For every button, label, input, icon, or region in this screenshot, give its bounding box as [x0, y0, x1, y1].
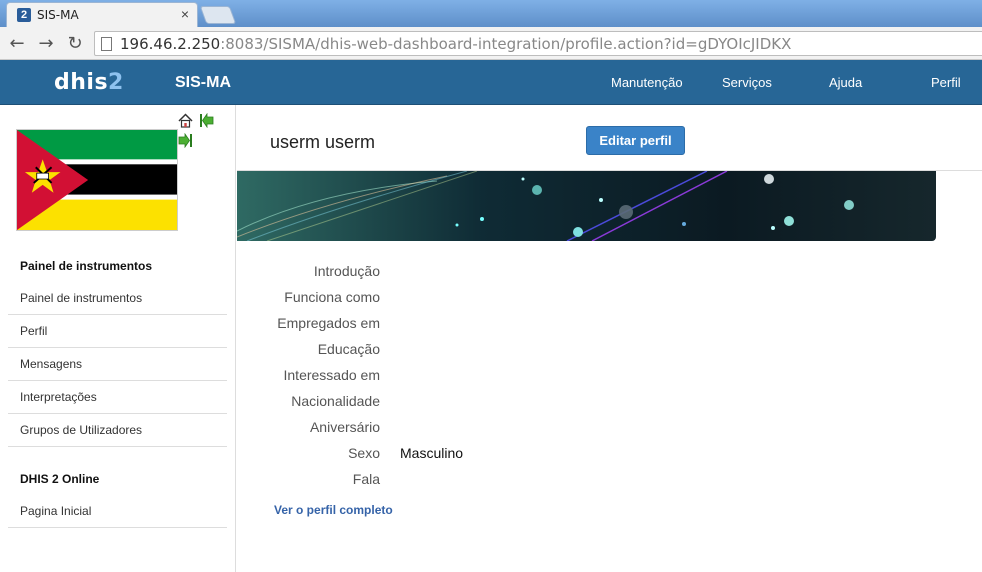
sidebar-item-painel[interactable]: Painel de instrumentos: [8, 282, 227, 315]
url-text[interactable]: 196.46.2.250:8083/SISMA/dhis-web-dashboa…: [120, 35, 791, 53]
menu-servicos[interactable]: Serviços: [722, 75, 772, 90]
reload-icon[interactable]: ↻: [65, 33, 85, 54]
edit-profile-button[interactable]: Editar perfil: [586, 126, 685, 155]
app-header: dhis2 SIS-MA Manutenção Serviços Ajuda P…: [0, 60, 982, 105]
menu-manutencao[interactable]: Manutenção: [611, 75, 683, 90]
profile-name: userm userm: [270, 132, 376, 152]
dhis2-favicon-icon: 2: [17, 8, 31, 22]
field-label-aniversario: Aniversário: [309, 419, 380, 435]
menu-perfil[interactable]: Perfil: [931, 75, 961, 90]
browser-toolbar: ← → ↻ 196.46.2.250:8083/SISMA/dhis-web-d…: [0, 27, 982, 60]
sidebar-heading-painel: Painel de instrumentos: [20, 259, 153, 273]
home-icon[interactable]: [178, 113, 193, 128]
sidebar-item-interpretacoes[interactable]: Interpretações: [8, 381, 227, 414]
sidebar-item-pagina-inicial[interactable]: Pagina Inicial: [8, 495, 227, 528]
menu-ajuda[interactable]: Ajuda: [829, 75, 862, 90]
field-value-sexo: Masculino: [400, 445, 464, 461]
profile-header: userm userm Editar perfil: [237, 105, 982, 171]
sidebar-item-mensagens[interactable]: Mensagens: [8, 348, 227, 381]
logo-text: dhis: [54, 70, 109, 95]
sidebar-item-grupos[interactable]: Grupos de Utilizadores: [8, 414, 227, 447]
field-label-nacionalidade: Nacionalidade: [291, 393, 380, 409]
logo-number: 2: [108, 70, 124, 95]
field-label-sexo: Sexo: [348, 445, 380, 461]
browser-tab-bar: 2 SIS-MA ×: [0, 0, 982, 27]
mozambique-flag-logo: [16, 129, 178, 231]
field-label-empregados-em: Empregados em: [277, 315, 380, 331]
field-label-fala: Fala: [352, 471, 380, 487]
main-content: userm userm Editar perfil Introdução Fun…: [237, 105, 982, 572]
address-bar[interactable]: 196.46.2.250:8083/SISMA/dhis-web-dashboa…: [94, 31, 982, 56]
back-arrow-icon[interactable]: [199, 113, 214, 128]
dhis2-logo[interactable]: dhis2: [54, 70, 124, 95]
page-icon: [101, 37, 112, 51]
field-label-interessado-em: Interessado em: [283, 367, 381, 383]
url-host: 196.46.2.250: [120, 35, 221, 53]
close-tab-icon[interactable]: ×: [181, 6, 189, 22]
field-label-educacao: Educação: [317, 341, 380, 357]
sidebar-heading-dhis2-online: DHIS 2 Online: [20, 472, 100, 486]
sidebar-item-perfil[interactable]: Perfil: [8, 315, 227, 348]
back-icon[interactable]: ←: [7, 33, 27, 54]
forward-arrow-icon[interactable]: [178, 133, 193, 148]
left-sidebar: Painel de instrumentos Painel de instrum…: [0, 105, 236, 572]
url-path: :8083/SISMA/dhis-web-dashboard-integrati…: [220, 35, 792, 53]
app-title[interactable]: SIS-MA: [175, 74, 231, 92]
browser-tab[interactable]: 2 SIS-MA ×: [6, 2, 198, 27]
sidebar-icon-group: [178, 113, 235, 153]
forward-icon[interactable]: →: [36, 33, 56, 54]
view-full-profile-link[interactable]: Ver o perfil completo: [274, 503, 393, 517]
field-label-introducao: Introdução: [313, 263, 380, 279]
new-tab-button[interactable]: [199, 6, 237, 24]
field-label-funciona-como: Funciona como: [284, 289, 380, 305]
tab-title: SIS-MA: [37, 8, 79, 22]
profile-banner-image: [237, 171, 936, 241]
